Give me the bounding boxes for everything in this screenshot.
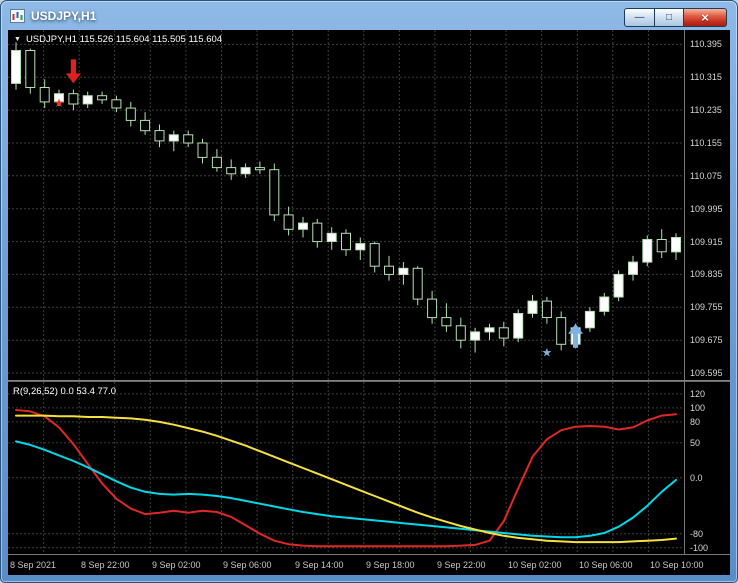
signal-star-icon: ★	[54, 96, 65, 110]
price-axis-label: 109.915	[690, 237, 723, 247]
price-axis-label: 110.315	[690, 72, 722, 82]
time-axis-label: 8 Sep 2021	[10, 560, 56, 570]
window-title: USDJPY,H1	[31, 9, 96, 23]
indicator-axis-label: 50	[690, 438, 700, 448]
indicator-axis-label: 100	[690, 403, 705, 413]
price-axis-label: 109.595	[690, 368, 723, 378]
price-axis-label: 109.755	[690, 302, 723, 312]
chart-window: USDJPY,H1 — □ × ★★ ▼ USDJPY,H1 115.526 1…	[0, 0, 738, 583]
indicator-axis-label: -80	[690, 529, 703, 539]
time-axis-label: 9 Sep 14:00	[295, 560, 344, 570]
close-button[interactable]: ×	[684, 8, 727, 27]
close-icon: ×	[701, 12, 709, 24]
time-axis-label: 9 Sep 02:00	[152, 560, 201, 570]
time-axis-label: 8 Sep 22:00	[81, 560, 130, 570]
indicator-plot-svg[interactable]	[8, 382, 684, 554]
time-axis-label: 9 Sep 06:00	[223, 560, 272, 570]
maximize-button[interactable]: □	[655, 8, 684, 27]
indicator-axis-label: 80	[690, 417, 700, 427]
price-axis-label: 110.155	[690, 138, 722, 148]
chart-icon	[10, 9, 25, 23]
chart-client-area: ★★ ▼ USDJPY,H1 115.526 115.604 115.505 1…	[8, 30, 730, 575]
chart-ohlc-header: ▼ USDJPY,H1 115.526 115.604 115.505 115.…	[14, 34, 222, 45]
time-axis-label: 10 Sep 10:00	[650, 560, 704, 570]
price-axis-label: 110.075	[690, 171, 722, 181]
time-axis-label: 10 Sep 02:00	[508, 560, 562, 570]
window-controls: — □ ×	[624, 8, 727, 27]
minimize-icon: —	[635, 13, 645, 23]
time-axis-label: 10 Sep 06:00	[579, 560, 633, 570]
titlebar[interactable]: USDJPY,H1 — □ ×	[1, 1, 737, 30]
price-axis-label: 109.995	[690, 204, 723, 214]
symbol-dropdown-icon[interactable]: ▼	[14, 36, 21, 43]
signal-star-icon: ★	[542, 346, 553, 360]
price-axis-label: 110.395	[690, 39, 722, 49]
maximize-icon: □	[666, 13, 672, 23]
main-plot-svg[interactable]: ★★	[8, 30, 684, 380]
indicator-axis-label: -100	[690, 543, 708, 553]
time-axis[interactable]: 8 Sep 2021 8 Sep 22:00 9 Sep 02:00 9 Sep 06…	[8, 555, 730, 575]
indicator-axis-label: 120	[690, 389, 705, 399]
time-axis-label: 9 Sep 22:00	[437, 560, 486, 570]
minimize-button[interactable]: —	[624, 8, 655, 27]
sell-arrow-icon	[66, 59, 81, 83]
price-axis-label: 109.835	[690, 269, 723, 279]
buy-arrow-icon	[568, 324, 583, 348]
ohlc-text: USDJPY,H1 115.526 115.604 115.505 115.60…	[26, 34, 222, 45]
indicator-axis-label: 0.0	[690, 473, 703, 483]
time-axis-label: 9 Sep 18:00	[366, 560, 415, 570]
indicator-header: R(9,26,52) 0.0 53.4 77.0	[13, 386, 116, 397]
price-axis-label: 109.675	[690, 335, 723, 345]
price-axis[interactable]: 110.395 110.315 110.235 110.155 110.075 109.9…	[685, 30, 730, 555]
price-axis-label: 110.235	[690, 105, 722, 115]
